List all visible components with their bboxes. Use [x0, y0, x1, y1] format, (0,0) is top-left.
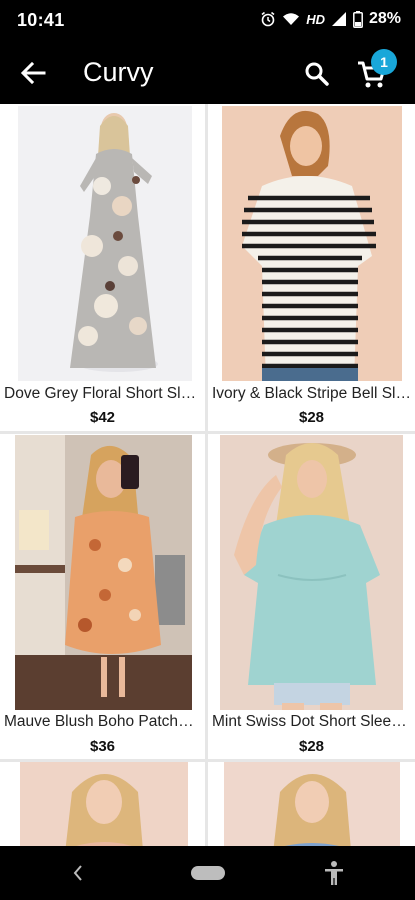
product-name[interactable]: Ivory & Black Stripe Bell Sleeve Top [208, 385, 415, 403]
product-price: $28 [298, 409, 325, 426]
product-price: $28 [298, 738, 325, 755]
product-image[interactable] [15, 435, 192, 710]
nav-back-icon[interactable] [72, 863, 84, 883]
product-card[interactable] [0, 762, 205, 846]
battery-level: 28% [368, 10, 401, 27]
battery-icon [353, 10, 363, 28]
network-type: HD [306, 11, 325, 27]
product-price: $36 [89, 738, 116, 755]
product-name[interactable]: Mint Swiss Dot Short Sleeve Top [208, 713, 415, 731]
product-card[interactable]: Mauve Blush Boho Patchwork Dress $36 [0, 434, 205, 759]
nav-home-button[interactable] [191, 866, 225, 880]
product-price: $42 [89, 409, 116, 426]
product-image[interactable] [224, 762, 400, 846]
accessibility-icon[interactable] [322, 860, 346, 886]
status-icons: HD 28% [260, 10, 401, 28]
status-time: 10:41 [17, 10, 65, 30]
system-nav-bar [0, 846, 415, 900]
status-bar: 10:41 HD 28% [0, 0, 415, 40]
product-image[interactable] [20, 762, 188, 846]
product-image[interactable] [222, 106, 402, 381]
search-icon[interactable] [303, 60, 331, 88]
cart-count-badge[interactable]: 1 [371, 49, 397, 75]
product-name[interactable]: Dove Grey Floral Short Sleeve Maxi Dress [0, 385, 205, 403]
product-card[interactable] [208, 762, 415, 846]
product-grid: Dove Grey Floral Short Sleeve Maxi Dress… [0, 104, 415, 846]
product-image[interactable] [18, 106, 192, 381]
product-name[interactable]: Mauve Blush Boho Patchwork Dress [0, 713, 205, 731]
product-card[interactable]: Mint Swiss Dot Short Sleeve Top $28 [208, 434, 415, 759]
back-arrow-icon[interactable] [18, 58, 48, 88]
product-card[interactable]: Ivory & Black Stripe Bell Sleeve Top $28 [208, 104, 415, 431]
alarm-icon [261, 11, 275, 27]
signal-icon [331, 12, 346, 26]
page-title: Curvy [83, 57, 154, 87]
product-image[interactable] [220, 435, 403, 710]
product-card[interactable]: Dove Grey Floral Short Sleeve Maxi Dress… [0, 104, 205, 431]
wifi-icon [283, 13, 300, 25]
app-bar: Curvy 1 [0, 40, 415, 104]
